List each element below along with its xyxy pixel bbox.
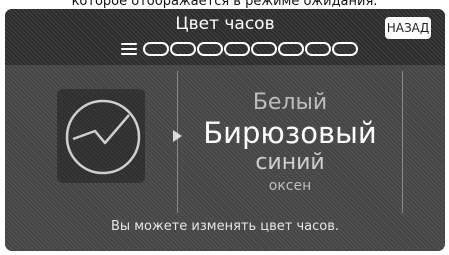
back-button[interactable]: НАЗАД bbox=[385, 17, 431, 39]
progress-step bbox=[278, 42, 304, 56]
device-screen: Цвет часов НАЗАД Белый Бирюзовый синий о… bbox=[5, 9, 445, 251]
color-option-selected[interactable]: Бирюзовый bbox=[177, 117, 403, 149]
progress-step bbox=[332, 42, 358, 56]
progress-step bbox=[170, 42, 196, 56]
page: которое отображается в режиме ожидания. … bbox=[0, 0, 449, 255]
menu-icon-bar bbox=[121, 43, 137, 45]
clock-preview bbox=[57, 89, 145, 183]
color-option-next-2[interactable]: оксен bbox=[177, 178, 403, 194]
menu-icon-bar bbox=[121, 48, 137, 50]
progress-step bbox=[143, 42, 169, 56]
progress-step bbox=[305, 42, 331, 56]
color-option-prev[interactable]: Белый bbox=[177, 91, 403, 115]
hint-text: Вы можете изменять цвет часов. bbox=[110, 219, 340, 234]
menu-icon-bar bbox=[121, 53, 137, 55]
step-progress bbox=[143, 42, 358, 56]
caption-text: которое отображается в режиме ожидания. bbox=[71, 0, 378, 9]
progress-step bbox=[224, 42, 250, 56]
clock-icon bbox=[65, 99, 141, 175]
color-picker[interactable]: Белый Бирюзовый синий оксен bbox=[177, 71, 403, 213]
progress-step bbox=[197, 42, 223, 56]
screen-header: Цвет часов НАЗАД bbox=[5, 9, 445, 65]
progress-step bbox=[251, 42, 277, 56]
menu-icon[interactable] bbox=[121, 43, 137, 55]
screen-title: Цвет часов bbox=[175, 14, 275, 34]
color-option-next[interactable]: синий bbox=[177, 151, 403, 175]
